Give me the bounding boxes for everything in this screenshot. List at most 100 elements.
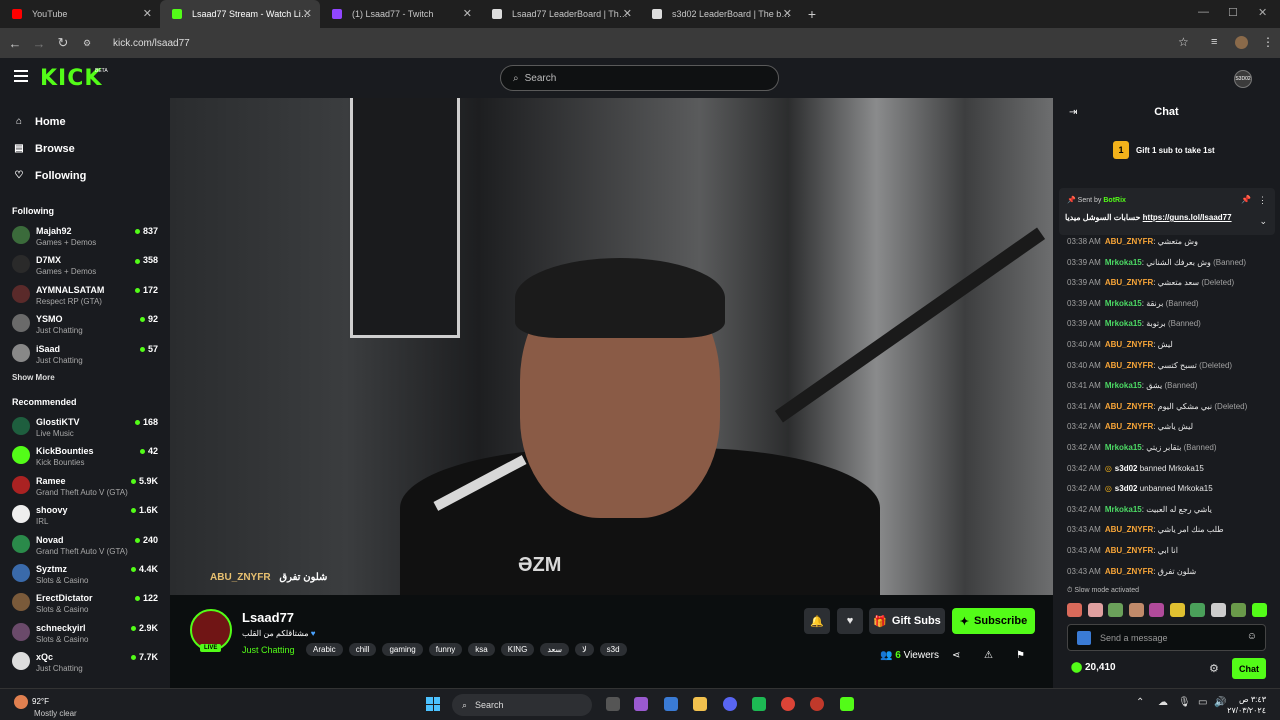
reading-list-icon[interactable]: ≡ [1211, 36, 1217, 48]
notification-bell-button[interactable]: 🔔 [804, 608, 830, 634]
tag-chip[interactable]: gaming [382, 643, 423, 656]
channel-item[interactable]: KickBounties Kick Bounties 42 [0, 441, 170, 470]
windows-start-icon[interactable] [426, 697, 440, 711]
message-user[interactable]: ABU_ZNYFR [1105, 278, 1153, 287]
close-tab-icon[interactable]: ✕ [143, 7, 152, 20]
browser-tab[interactable]: Lsaad77 Stream - Watch Live on Kick✕ [160, 0, 320, 28]
nav-home[interactable]: ⌂ Home [0, 108, 170, 135]
channel-item[interactable]: AYMNALSATAM Respect RP (GTA) 172 [0, 280, 170, 309]
new-tab-icon[interactable]: + [800, 0, 824, 28]
weather-widget[interactable]: 92°F Mostly clear [14, 695, 77, 718]
chat-message[interactable]: 03:41 AM ABU_ZNYFR: نبي مشكي اليوم (Delet… [1053, 397, 1280, 418]
network-icon[interactable]: ▭ [1198, 697, 1207, 708]
chat-message[interactable]: 03:43 AM ABU_ZNYFR: طلب منك امر ياشي [1053, 520, 1280, 541]
chrome-icon[interactable] [781, 697, 795, 711]
chat-message[interactable]: 03:42 AM ◎ s3d02 banned Mrkoka15 [1053, 459, 1280, 480]
emote[interactable] [1169, 603, 1185, 617]
clock[interactable]: ٣:٤٣ ص ٢٧/٠٣/٢٠٢٤ [1227, 694, 1266, 716]
chat-message[interactable]: 03:41 AM Mrkoka15: يشق (Banned) [1053, 376, 1280, 397]
chat-message[interactable]: 03:39 AM Mrkoka15: برتوبة (Banned) [1053, 314, 1280, 335]
channel-item[interactable]: GlostiKTV Live Music 168 [0, 412, 170, 441]
emote[interactable] [1190, 603, 1205, 617]
channel-points[interactable]: ⬤ 20,410 [1071, 662, 1116, 673]
channel-item[interactable]: D7MX Games + Demos 358 [0, 250, 170, 279]
message-user[interactable]: ABU_ZNYFR [1105, 525, 1153, 534]
task-view-icon[interactable] [606, 697, 620, 711]
pinned-link[interactable]: https://guns.lol/lsaad77 [1143, 213, 1232, 222]
message-user[interactable]: ABU_ZNYFR [1105, 340, 1153, 349]
channel-item[interactable]: Syztmz Slots & Casino 4.4K [0, 559, 170, 588]
message-user[interactable]: ABU_ZNYFR [1105, 237, 1153, 246]
chat-message[interactable]: 03:40 AM ABU_ZNYFR: ليش [1053, 335, 1280, 356]
tag-chip[interactable]: سعد [540, 643, 570, 656]
chat-message[interactable]: 03:42 AM ABU_ZNYFR: ليش ياشي [1053, 417, 1280, 438]
kick-logo[interactable]: KICK [40, 66, 102, 91]
chat-message[interactable]: 03:39 AM Mrkoka15: برنقة (Banned) [1053, 294, 1280, 315]
channel-item[interactable]: xQc Just Chatting 7.7K [0, 647, 170, 676]
tag-chip[interactable]: s3d [599, 643, 627, 656]
channel-item[interactable]: Majah92 Games + Demos 837 [0, 221, 170, 250]
emote[interactable] [1087, 603, 1103, 617]
app-icon[interactable] [810, 697, 824, 711]
search-input[interactable]: ⌕ Search [500, 65, 779, 91]
browser-tab[interactable]: s3d02 LeaderBoard | The best Gam✕ [640, 0, 800, 28]
onedrive-icon[interactable]: ☁ [1158, 697, 1168, 708]
gift-subs-button[interactable]: 🎁 Gift Subs [869, 608, 945, 634]
nav-browse[interactable]: ▤ Browse [0, 135, 170, 162]
chat-message[interactable]: 03:43 AM ABU_ZNYFR: انا ابي [1053, 541, 1280, 562]
chat-message[interactable]: 03:42 AM Mrkoka15: ياشي رجع له العبيت [1053, 500, 1280, 521]
browser-tab[interactable]: Lsaad77 LeaderBoard | The best Ga✕ [480, 0, 640, 28]
browser-menu-icon[interactable]: ⋮ [1262, 35, 1274, 49]
tag-chip[interactable]: Arabic [306, 643, 343, 656]
browser-tab[interactable]: (1) Lsaad77 - Twitch ✕ [320, 0, 480, 28]
message-user[interactable]: ABU_ZNYFR [1105, 361, 1153, 370]
minimize-icon[interactable]: — [1198, 6, 1209, 18]
streamer-name[interactable]: Lsaad77 [242, 610, 294, 625]
chat-input[interactable]: Send a message ☺ [1067, 624, 1266, 651]
maximize-icon[interactable]: ☐ [1228, 6, 1238, 19]
tag-chip[interactable]: KING [500, 643, 535, 656]
menu-icon[interactable] [14, 70, 28, 82]
back-icon[interactable]: ← [3, 36, 27, 51]
chat-message[interactable]: 03:40 AM ABU_ZNYFR: تسبح كتسي (Deleted) [1053, 356, 1280, 377]
chat-message[interactable]: 03:42 AM ◎ s3d02 unbanned Mrkoka15 [1053, 479, 1280, 500]
channel-item[interactable]: iSaad Just Chatting 57 [0, 339, 170, 368]
tag-chip[interactable]: لا [575, 643, 594, 656]
url-field[interactable]: kick.com/lsaad77 [113, 38, 190, 49]
message-user[interactable]: ABU_ZNYFR [1105, 546, 1153, 555]
message-user[interactable]: ABU_ZNYFR [1105, 422, 1153, 431]
discord-icon[interactable] [723, 697, 737, 711]
emote[interactable] [1149, 603, 1164, 617]
subscribe-button[interactable]: ✦ Subscribe [952, 608, 1035, 634]
report-icon[interactable]: ⚠ [984, 650, 993, 661]
message-user[interactable]: Mrkoka15 [1105, 299, 1142, 308]
video-player[interactable]: ƏZM ABU_ZNYFR شلون تفرق [170, 98, 1053, 595]
user-avatar[interactable]: S3D02 [1234, 70, 1252, 88]
emoji-icon[interactable]: ☺ [1247, 631, 1257, 642]
mic-icon[interactable]: 🎙 [1178, 697, 1191, 708]
emote[interactable] [1210, 603, 1226, 617]
message-user[interactable]: ABU_ZNYFR [1105, 402, 1153, 411]
chat-message[interactable]: 03:43 AM ABU_ZNYFR: شلون تفرق [1053, 562, 1280, 583]
emote[interactable] [1128, 603, 1144, 617]
channel-item[interactable]: Ramee Grand Theft Auto V (GTA) 5.9K [0, 471, 170, 500]
chat-identity-icon[interactable] [1077, 631, 1091, 645]
close-tab-icon[interactable]: ✕ [463, 7, 472, 20]
close-tab-icon[interactable]: ✕ [303, 7, 312, 20]
nav-following[interactable]: ♡ Following [0, 162, 170, 189]
volume-icon[interactable]: 🔊 [1214, 697, 1226, 708]
tag-chip[interactable]: ksa [468, 643, 495, 656]
channel-item[interactable]: schneckyirl Slots & Casino 2.9K [0, 618, 170, 647]
channel-item[interactable]: YSMO Just Chatting 92 [0, 309, 170, 338]
message-user[interactable]: Mrkoka15 [1105, 443, 1142, 452]
more-actions-icon[interactable]: ⚑ [1016, 650, 1025, 661]
emote[interactable] [1251, 603, 1267, 617]
copilot-icon[interactable] [634, 697, 648, 711]
tag-chip[interactable]: funny [428, 643, 463, 656]
channel-item[interactable]: Novad Grand Theft Auto V (GTA) 240 [0, 530, 170, 559]
close-tab-icon[interactable]: ✕ [623, 7, 632, 20]
chat-message[interactable]: 03:39 AM Mrkoka15: وش بعرفك الشناني (Bann… [1053, 253, 1280, 274]
file-explorer-icon[interactable] [693, 697, 707, 711]
xbox-icon[interactable] [752, 697, 766, 711]
close-tab-icon[interactable]: ✕ [783, 7, 792, 20]
